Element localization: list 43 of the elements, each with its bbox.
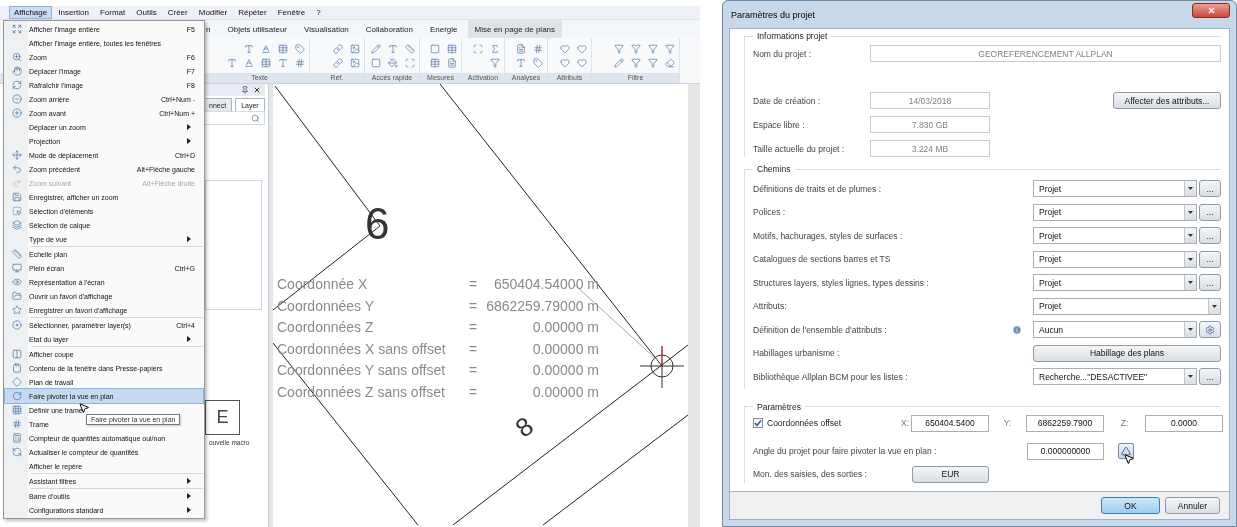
field-label: Mon. des saisies, des sorties : <box>753 469 868 479</box>
equals-sign: = <box>467 296 479 316</box>
window-title: Paramètres du projet <box>731 9 816 20</box>
equals-sign: = <box>467 318 479 337</box>
coordinate-label: Coordonnées X sans offset <box>277 339 447 359</box>
read-only-field: 14/03/2018 <box>870 92 990 109</box>
field-label: Polices : <box>753 207 787 218</box>
field-label: Habillages urbanisme : <box>753 348 841 359</box>
field-label: Angle du projet pour faire pivoter la vue en plan : <box>753 446 938 456</box>
group-title: Chemins <box>756 164 792 174</box>
field-label: Motifs, hachurages, styles de surfaces : <box>753 230 904 241</box>
read-only-field: 7.830 GB <box>870 116 990 133</box>
coordinate-value: 650404.54000 m <box>492 275 599 294</box>
coordinate-value: 0.00000 m <box>531 382 599 402</box>
coordinate-label: Coordonnées Y <box>277 296 376 316</box>
coordinate-label: Z: <box>1119 418 1130 428</box>
field-label: Bibliothèque Allplan BCM pour les listes : <box>753 371 909 382</box>
equals-sign: = <box>467 339 479 359</box>
field-label: Nom du projet : <box>753 48 813 59</box>
coordinate-label: Y: <box>1002 418 1013 428</box>
coordinate-value: 0.00000 m <box>531 339 599 359</box>
read-only-field: 3.224 MB <box>870 140 990 157</box>
equals-sign: = <box>467 382 479 402</box>
field-label: Attributs: <box>753 301 788 312</box>
coordinate-value: 0.00000 m <box>531 361 599 380</box>
coordinate-value: 6862259.79000 m <box>485 296 599 316</box>
plan-number: 8 <box>510 412 538 442</box>
coordinate-label: X: <box>900 418 910 428</box>
equals-sign: = <box>467 275 479 294</box>
group-title: Paramètres <box>756 401 802 412</box>
project-name-field: GEOREFERENCEMENT ALLPLAN <box>870 45 1221 62</box>
field-label: Structures layers, styles lignes, types dessins : <box>753 277 930 288</box>
field-label: Définitions de traits et de plumes : <box>753 183 883 194</box>
field-label: Espace libre : <box>753 119 806 130</box>
checkbox-label: Coordonnées offset <box>767 418 843 428</box>
field-label: Définition de l'ensemble d'attributs : <box>753 324 888 335</box>
field-label: Date de création : <box>753 95 822 106</box>
field-label: Catalogues de sections barres et TS <box>753 254 892 265</box>
field-label: Taille actuelle du projet : <box>753 143 846 154</box>
group-title: Informations projet <box>756 31 829 41</box>
coordinate-label: Coordonnées Z <box>277 318 375 337</box>
coordinate-value: 0.00000 m <box>531 318 599 337</box>
equals-sign: = <box>467 361 479 380</box>
